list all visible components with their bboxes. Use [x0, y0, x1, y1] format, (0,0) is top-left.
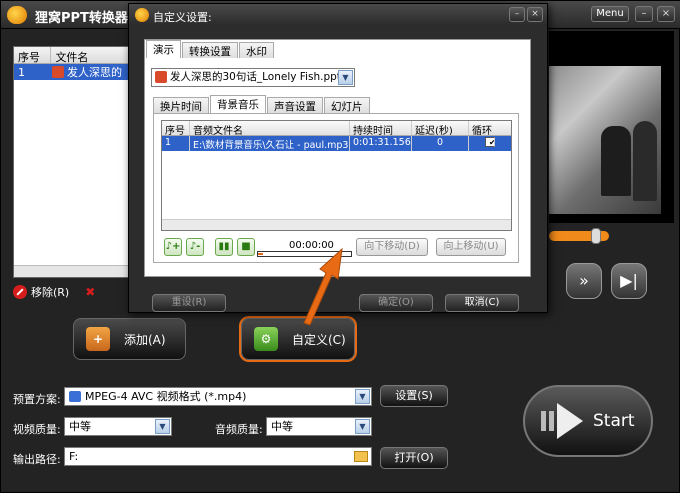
outer-tab-bar: 演示 转换设置 水印: [146, 40, 274, 58]
open-folder-button[interactable]: 打开(O): [380, 447, 448, 469]
start-label: Start: [593, 411, 635, 431]
music-table[interactable]: 序号 音频文件名 持续时间 延迟(秒) 循环 1 E:\数材背景音乐\久石让 -…: [161, 120, 512, 231]
stop-button[interactable]: ■: [237, 238, 255, 256]
tab-sound-settings[interactable]: 声音设置: [267, 97, 323, 113]
audio-quality-select[interactable]: 中等 ▼: [266, 417, 372, 436]
audio-quality-value: 中等: [271, 420, 293, 433]
start-arrow-icon: [541, 401, 587, 441]
add-button[interactable]: + 添加(A): [73, 318, 186, 360]
col-index: 序号: [14, 47, 52, 64]
file-list-header: 序号 文件名: [14, 47, 132, 64]
settings-button[interactable]: 设置(S): [380, 385, 448, 407]
ppt-file-icon: [52, 66, 64, 78]
presentation-file-value: 发人深思的30句话_Lonely Fish.pptx: [170, 71, 348, 83]
col-filename: 文件名: [55, 51, 89, 64]
table-row[interactable]: 1 E:\数材背景音乐\久石让 - paul.mp3 0:01:31.156 0…: [162, 136, 511, 151]
add-button-label: 添加(A): [124, 332, 166, 347]
tab-background-music[interactable]: 背景音乐: [210, 95, 266, 113]
preview-figure: [601, 126, 631, 196]
preview-figure: [633, 121, 657, 201]
col-audio-file: 音频文件名: [190, 121, 350, 135]
clear-icon[interactable]: ✖: [85, 285, 95, 299]
video-quality-label: 视频质量:: [13, 423, 61, 436]
tab-watermark[interactable]: 水印: [239, 42, 274, 58]
tab-convert-settings[interactable]: 转换设置: [182, 42, 238, 58]
move-up-button[interactable]: 向上移动(U): [436, 238, 506, 256]
tab-slide-timing[interactable]: 换片时间: [153, 97, 209, 113]
presentation-file-select[interactable]: 发人深思的30句话_Lonely Fish.pptx ▼: [151, 68, 355, 87]
row-duration: 0:01:31.156: [350, 136, 412, 151]
row-audio-file: E:\数材背景音乐\久石让 - paul.mp3: [190, 136, 350, 151]
settings-tools-icon: ⚙: [254, 327, 278, 351]
col-duration: 持续时间: [350, 121, 412, 135]
move-down-button[interactable]: 向下移动(D): [356, 238, 428, 256]
video-quality-select[interactable]: 中等 ▼: [64, 417, 172, 436]
dialog-logo-icon: [135, 8, 149, 22]
pause-button[interactable]: ▮▮: [215, 238, 233, 256]
col-delay: 延迟(秒): [412, 121, 469, 135]
ok-button[interactable]: 确定(O): [359, 294, 433, 312]
music-table-header: 序号 音频文件名 持续时间 延迟(秒) 循环: [162, 121, 511, 136]
reset-button[interactable]: 重设(R): [152, 294, 226, 312]
dialog-titlebar: 自定义设置: – ×: [129, 4, 547, 26]
preset-label: 预置方案:: [13, 393, 61, 406]
row-index: 1: [18, 65, 25, 79]
col-index: 序号: [162, 121, 190, 135]
custom-button-label: 自定义(C): [292, 332, 346, 347]
preset-select[interactable]: MPEG-4 AVC 视频格式 (*.mp4) ▼: [64, 387, 372, 406]
menu-button[interactable]: Menu: [591, 6, 629, 22]
fast-forward-button[interactable]: »: [566, 263, 602, 299]
remove-music-button[interactable]: ♪-: [186, 238, 204, 256]
output-path-value: F:: [69, 450, 79, 463]
row-index: 1: [162, 136, 190, 151]
chevron-down-icon[interactable]: ▼: [155, 419, 170, 434]
tab-slides[interactable]: 幻灯片: [324, 97, 370, 113]
add-file-icon: +: [86, 327, 110, 351]
file-list[interactable]: 序号 文件名 1 发人深思的: [13, 46, 133, 278]
file-list-row[interactable]: 1 发人深思的: [14, 64, 132, 80]
output-path-label: 输出路径:: [13, 453, 61, 466]
app-logo-icon: [7, 6, 27, 24]
start-button[interactable]: Start: [523, 385, 653, 457]
video-quality-value: 中等: [69, 420, 91, 433]
chevron-down-icon[interactable]: ▼: [355, 419, 370, 434]
tab-presentation[interactable]: 演示: [146, 40, 181, 58]
col-loop: 循环: [472, 126, 492, 135]
preview-slider-thumb[interactable]: [591, 228, 601, 244]
remove-button[interactable]: 移除(R): [31, 284, 69, 300]
row-filename: 发人深思的: [67, 66, 122, 79]
cancel-button[interactable]: 取消(C): [445, 294, 519, 312]
horizontal-scrollbar[interactable]: [162, 219, 511, 230]
minimize-button[interactable]: –: [635, 6, 653, 22]
list-actions: 移除(R) ✖: [13, 283, 133, 301]
close-button[interactable]: ×: [657, 6, 675, 22]
video-format-icon: [69, 391, 81, 402]
folder-icon[interactable]: [354, 451, 368, 462]
dialog-minimize-button[interactable]: –: [509, 7, 525, 22]
pointer-arrow-icon: [303, 247, 343, 325]
remove-icon[interactable]: [13, 285, 27, 299]
dialog-close-button[interactable]: ×: [527, 7, 543, 22]
row-delay: 0: [412, 136, 469, 151]
inner-tab-bar: 换片时间 背景音乐 声音设置 幻灯片: [153, 95, 370, 113]
chevron-down-icon[interactable]: ▼: [338, 70, 353, 85]
chevron-down-icon[interactable]: ▼: [355, 389, 370, 404]
app-title: 狸窝PPT转换器: [35, 11, 128, 26]
playback-progress-fill: [258, 253, 263, 255]
preview-image: [549, 66, 661, 214]
preset-value: MPEG-4 AVC 视频格式 (*.mp4): [85, 390, 247, 403]
output-path-input[interactable]: F:: [64, 447, 372, 466]
horizontal-scrollbar[interactable]: [14, 265, 132, 277]
ppt-file-icon: [155, 71, 167, 83]
next-button[interactable]: ▶|: [611, 263, 647, 299]
row-loop: ✔: [469, 136, 511, 151]
dialog-title: 自定义设置:: [153, 11, 212, 24]
loop-checkbox[interactable]: ✔: [485, 137, 495, 147]
add-music-button[interactable]: ♪+: [164, 238, 182, 256]
audio-quality-label: 音频质量:: [215, 423, 263, 436]
